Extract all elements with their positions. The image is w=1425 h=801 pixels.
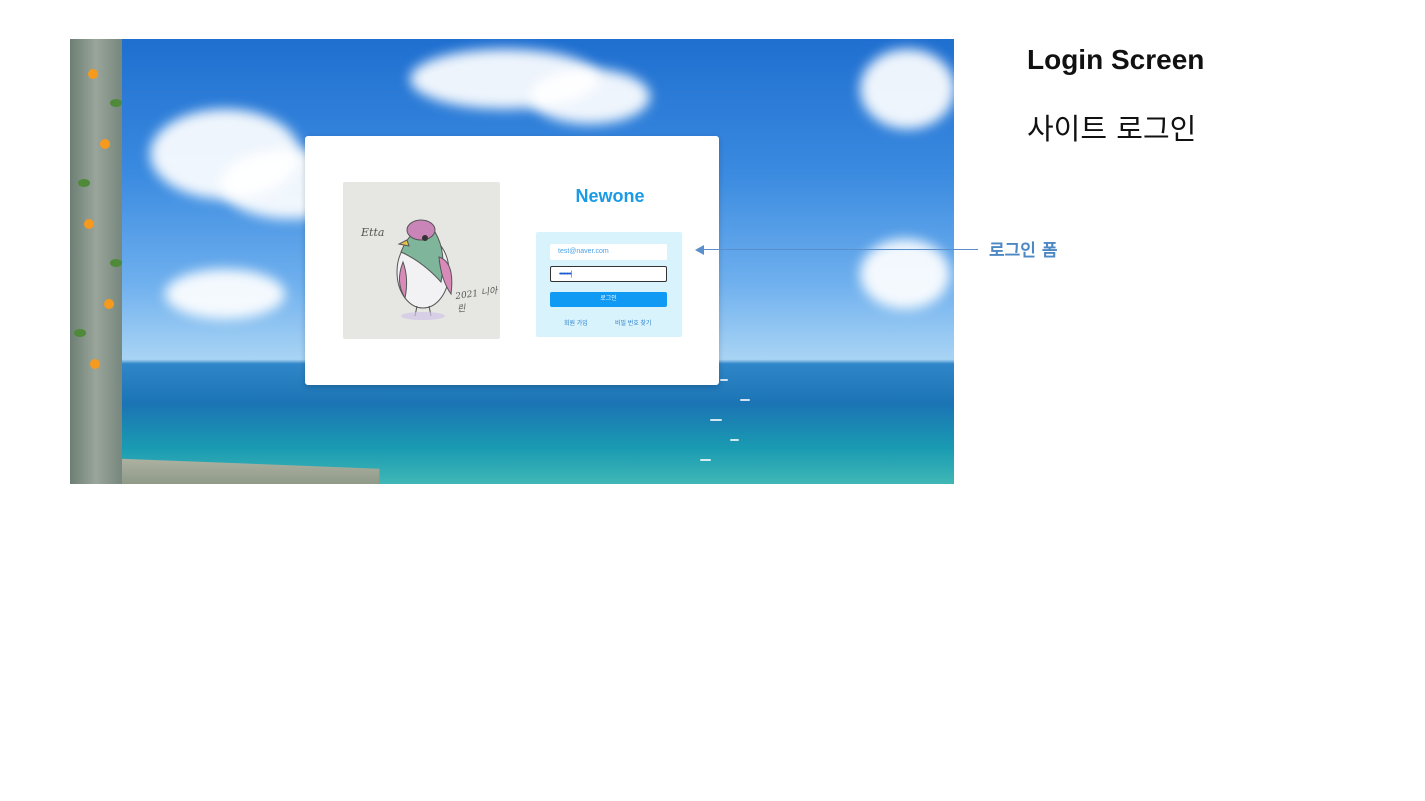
flower (88, 69, 98, 79)
app-screenshot: Etta 2021 니아린 Newone test@naver.com ••••… (70, 39, 954, 484)
callout-label: 로그인 폼 (989, 241, 1058, 261)
stone-ledge (70, 456, 380, 484)
leaf (110, 99, 122, 107)
signup-link[interactable]: 회원 가입 (564, 318, 588, 327)
flower (84, 219, 94, 229)
bird-illustration: Etta 2021 니아린 (343, 182, 500, 339)
flower (100, 139, 110, 149)
brand-title: Newone (575, 186, 645, 206)
login-card: Etta 2021 니아린 Newone test@naver.com ••••… (305, 136, 719, 385)
callout-arrow-icon (695, 245, 704, 255)
cloud (165, 269, 285, 319)
sea-glint (730, 439, 739, 441)
sea-glint (740, 399, 750, 401)
password-field[interactable]: ••••••••| (550, 266, 667, 282)
leaf (110, 259, 122, 267)
leaf (78, 179, 90, 187)
cloud (530, 69, 650, 124)
email-field[interactable]: test@naver.com (550, 244, 667, 260)
page-title: Login Screen (1027, 44, 1205, 75)
page-subtitle: 사이트 로그인 (1027, 112, 1197, 146)
flower (104, 299, 114, 309)
sea-glint (700, 459, 711, 461)
flower (90, 359, 100, 369)
stone-pillar (70, 39, 122, 484)
sea-glint (710, 419, 722, 421)
callout-line (698, 249, 978, 250)
sea-glint (720, 379, 728, 381)
login-form: test@naver.com ••••••••| 로그인 회원 가입 비밀 번호… (536, 232, 682, 337)
login-button[interactable]: 로그인 (550, 292, 667, 307)
illustration-signature: Etta (361, 226, 385, 239)
leaf (74, 329, 86, 337)
bird-icon (396, 219, 453, 320)
cloud (860, 49, 954, 129)
find-password-link[interactable]: 비밀 번호 찾기 (615, 318, 651, 327)
